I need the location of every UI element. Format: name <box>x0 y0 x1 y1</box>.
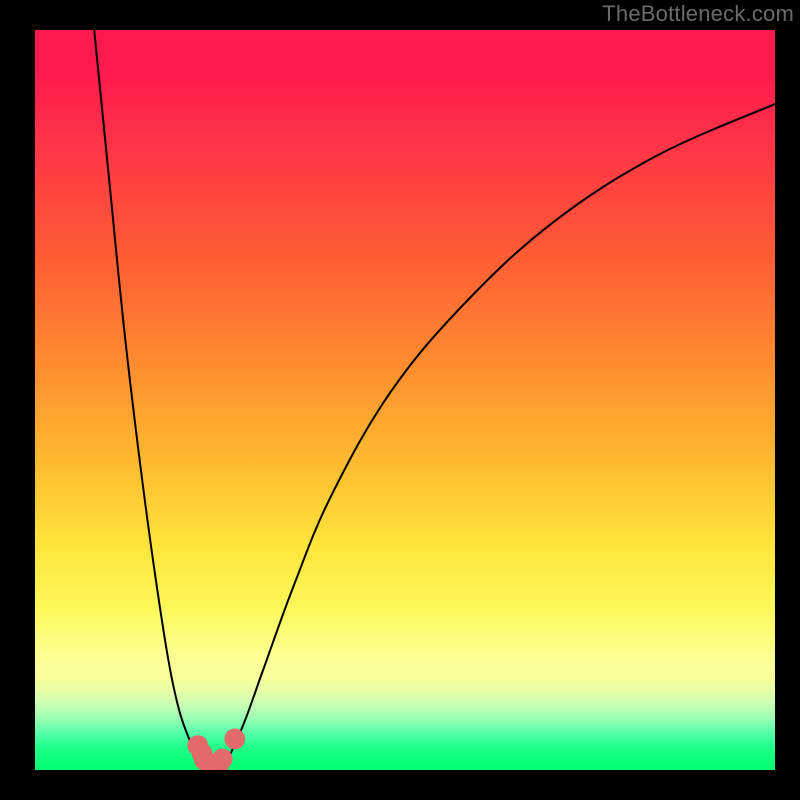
highlight-point <box>212 749 233 770</box>
watermark-text: TheBottleneck.com <box>602 1 794 27</box>
curve-left <box>94 30 209 766</box>
chart-svg <box>35 30 775 770</box>
curve-right <box>221 104 775 766</box>
highlight-points <box>187 729 245 770</box>
chart-frame: TheBottleneck.com <box>0 0 800 800</box>
highlight-point <box>224 729 245 750</box>
plot-area <box>35 30 775 770</box>
